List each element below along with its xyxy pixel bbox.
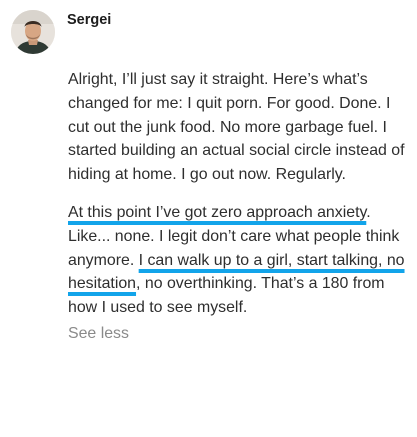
see-less-link[interactable]: See less <box>68 322 408 346</box>
comment-paragraph: At this point I’ve got zero approach anx… <box>68 201 408 320</box>
user-avatar-photo <box>11 10 55 54</box>
comment-paragraph: Alright, I’ll just say it straight. Here… <box>68 68 408 187</box>
comment-body: Alright, I’ll just say it straight. Here… <box>68 68 408 346</box>
comment-author-name[interactable]: Sergei <box>67 12 111 28</box>
avatar[interactable] <box>11 10 55 54</box>
highlighted-text: At this point I’ve got zero approach anx… <box>68 203 367 221</box>
comment-text-segment: Alright, I’ll just say it straight. Here… <box>68 71 405 184</box>
